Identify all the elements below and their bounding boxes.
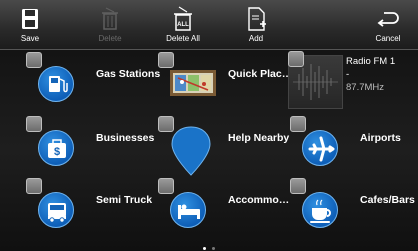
tile-accommodations[interactable]: Accommo… <box>158 178 289 238</box>
airplane-icon <box>300 122 350 172</box>
trash-icon <box>102 7 118 30</box>
tile-label: Cafes/Bars <box>360 194 415 206</box>
radio-name: Radio FM 1 <box>346 56 396 67</box>
radio-frequency: 87.7MHz <box>346 82 385 93</box>
select-checkbox[interactable] <box>26 178 42 194</box>
delete-all-label: Delete All <box>166 34 200 43</box>
delete-button[interactable]: Delete <box>80 0 140 50</box>
tile-help-nearby[interactable]: Help Nearby <box>158 116 289 176</box>
select-checkbox[interactable] <box>26 52 42 68</box>
select-checkbox[interactable] <box>158 178 174 194</box>
select-checkbox[interactable] <box>290 178 306 194</box>
tile-airports[interactable]: Airports <box>290 116 415 176</box>
select-checkbox[interactable] <box>290 116 306 132</box>
business-icon: $ <box>36 122 86 172</box>
tile-label: Businesses <box>96 132 155 144</box>
page-indicator <box>0 240 418 251</box>
tile-cafes-bars[interactable]: Cafes/Bars <box>290 178 415 238</box>
cancel-label: Cancel <box>375 34 401 43</box>
trash-all-icon: ALL <box>174 6 192 31</box>
save-button[interactable]: Save <box>0 0 60 50</box>
tile-businesses[interactable]: $ Businesses <box>26 116 155 176</box>
select-checkbox[interactable] <box>288 51 304 67</box>
map-pin-icon <box>168 122 218 176</box>
save-label: Save <box>20 34 40 43</box>
select-checkbox[interactable] <box>158 52 174 68</box>
business-icon-symbol: $ <box>54 146 60 158</box>
poi-grid: Gas Stations Quick Plac… Radio FM 1 - 87… <box>0 50 418 251</box>
radio-separator: - <box>346 69 350 80</box>
coffee-cup-icon <box>300 184 350 234</box>
tile-label: Semi Truck <box>96 194 153 206</box>
add-label: Add <box>248 34 264 43</box>
tile-label: Accommo… <box>228 194 290 206</box>
add-button[interactable]: Add <box>226 0 286 50</box>
add-document-icon <box>248 7 266 31</box>
tile-gas-stations[interactable]: Gas Stations <box>26 52 160 112</box>
tile-label: Quick Plac… <box>228 68 293 80</box>
tile-radio-fm[interactable]: Radio FM 1 - 87.7MHz <box>288 51 416 111</box>
radio-info: Radio FM 1 - 87.7MHz <box>346 55 395 94</box>
truck-icon <box>36 184 86 234</box>
tile-label: Help Nearby <box>228 132 290 144</box>
bed-icon <box>168 184 218 234</box>
tile-label: Gas Stations <box>96 68 161 80</box>
gas-station-icon <box>36 58 86 108</box>
delete-all-button[interactable]: ALL Delete All <box>153 0 213 50</box>
tile-quick-places[interactable]: Quick Plac… <box>158 52 292 112</box>
page-dot-1[interactable] <box>202 247 206 251</box>
select-checkbox[interactable] <box>26 116 42 132</box>
back-arrow-icon <box>377 12 399 27</box>
toolbar: Save Delete ALL Delete All Add Cancel <box>0 0 418 50</box>
delete-all-icon-text: ALL <box>177 22 189 28</box>
page-dot-2[interactable] <box>212 247 216 251</box>
tile-semi-truck[interactable]: Semi Truck <box>26 178 153 238</box>
save-icon <box>22 9 38 29</box>
quick-places-map-icon <box>168 58 218 108</box>
select-checkbox[interactable] <box>158 116 174 132</box>
delete-label: Delete <box>98 34 122 43</box>
cancel-button[interactable]: Cancel <box>358 0 418 50</box>
tile-label: Airports <box>360 132 401 144</box>
